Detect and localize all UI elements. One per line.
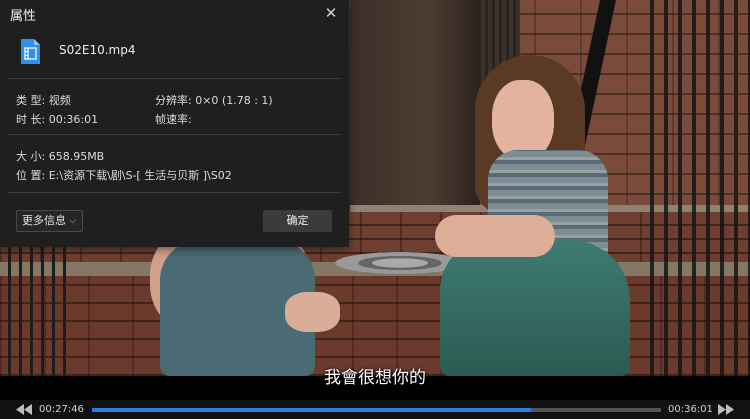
type-property: 类 型: 视频 [16,92,71,108]
divider [8,78,341,79]
close-icon[interactable]: ✕ [324,6,338,21]
properties-dialog: 属性 ✕ S02E10.mp4 类 型: 视频 分辨率: 0×0 (1.78 :… [0,0,349,247]
seek-bar-progress [92,408,531,412]
location-property: 位 置: E:\资源下载\剧\S-[ 生活与贝斯 ]\S02 [16,167,232,183]
total-time: 00:36:01 [668,404,713,415]
right-person-legs [440,240,630,376]
framerate-property: 帧速率: [155,111,192,127]
size-property: 大 小: 658.95MB [16,148,104,164]
type-label: 类 型: [16,94,46,107]
ok-button[interactable]: 确定 [263,210,332,232]
video-file-icon [21,39,40,64]
dialog-title: 属性 [10,9,37,24]
location-value[interactable]: E:\资源下载\剧\S-[ 生活与贝斯 ]\S02 [49,169,232,182]
duration-value: 00:36:01 [48,113,99,126]
divider [8,134,341,135]
location-label: 位 置: [16,169,46,182]
resolution-value: 0×0 (1.78 : 1) [195,94,273,107]
size-value: 658.95MB [48,150,105,163]
subtitle: 我會很想你的 [324,368,426,388]
resolution-label: 分辨率: [155,94,192,107]
iron-fence [0,246,70,376]
chevron-down-icon: ⌵ [69,216,76,226]
right-person-arm [435,215,555,257]
rewind-icon[interactable] [16,404,32,415]
framerate-label: 帧速率: [155,113,192,126]
type-value: 视频 [48,94,71,107]
left-person-hands [285,292,340,332]
file-name: S02E10.mp4 [59,43,136,57]
size-label: 大 小: [16,150,46,163]
right-person-face [492,80,554,160]
brick-steps [0,276,750,376]
fast-forward-icon[interactable] [718,404,734,415]
iron-railing [640,0,750,376]
more-info-label: 更多信息 [22,214,66,227]
current-time: 00:27:46 [39,404,84,415]
resolution-property: 分辨率: 0×0 (1.78 : 1) [155,92,273,108]
more-info-button[interactable]: 更多信息 ⌵ [16,210,83,232]
duration-property: 时 长: 00:36:01 [16,111,98,127]
seek-bar[interactable] [92,408,661,412]
divider [8,192,341,193]
duration-label: 时 长: [16,113,46,126]
door [350,0,480,205]
